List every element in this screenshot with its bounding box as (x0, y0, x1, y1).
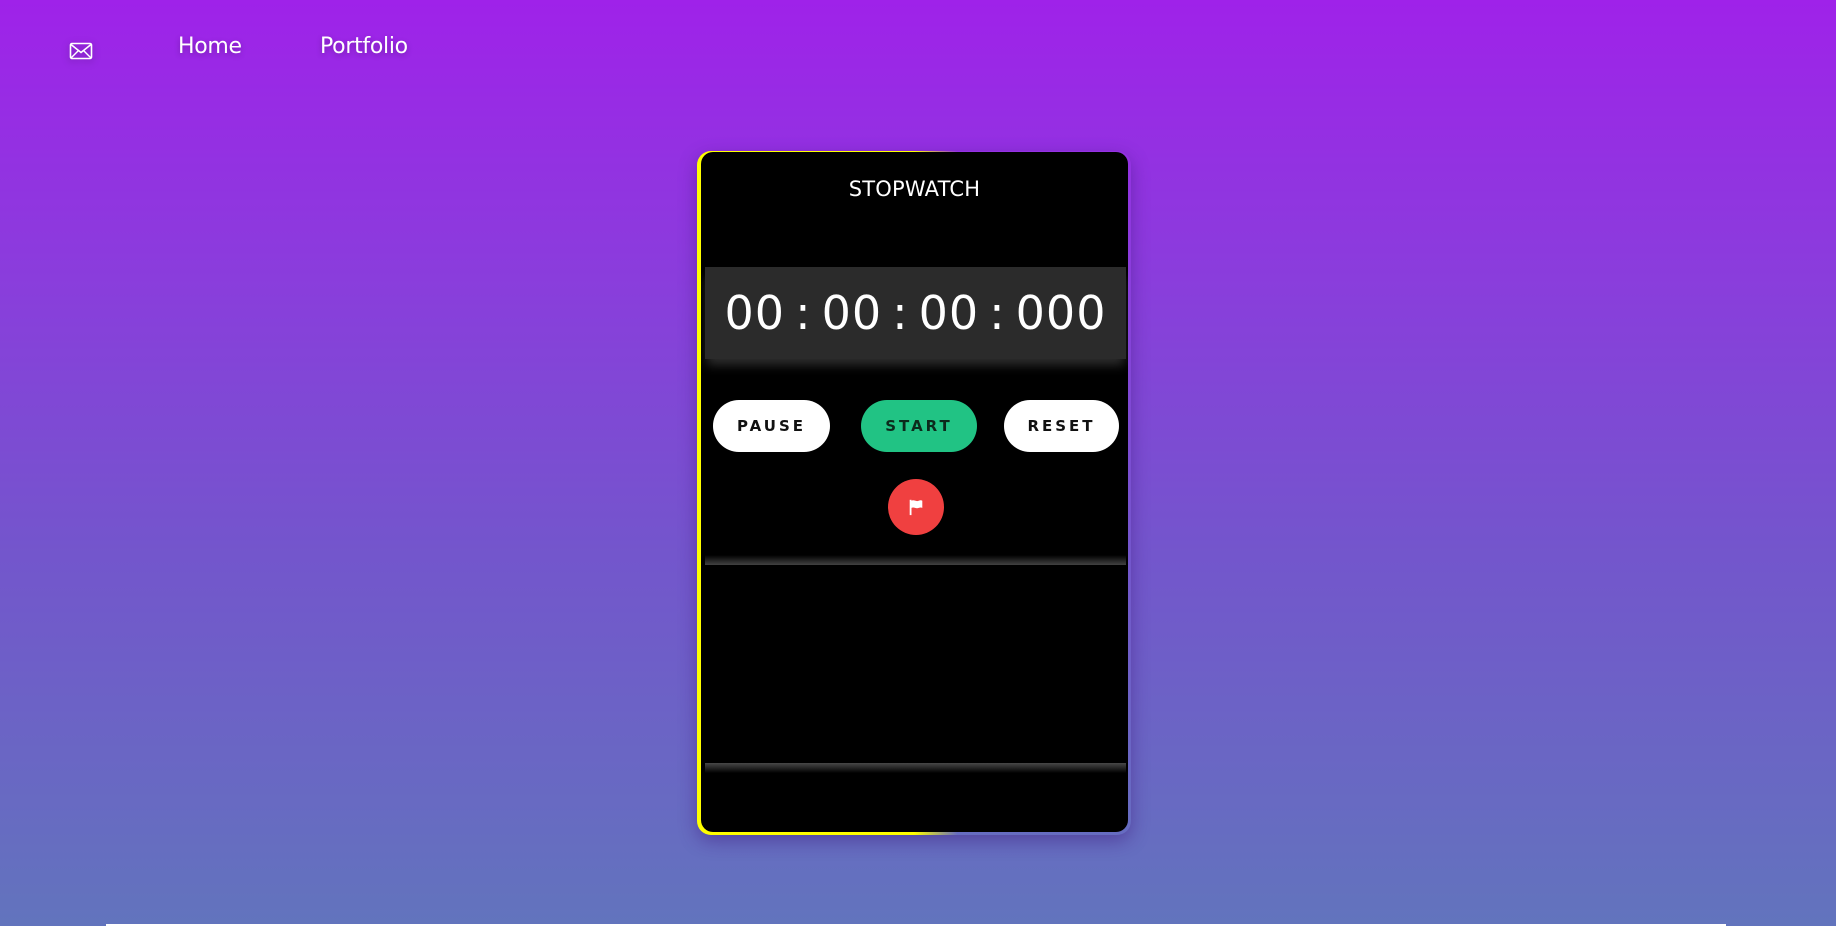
time-separator: : (989, 286, 1006, 340)
pause-button[interactable]: PAUSE (713, 400, 830, 452)
flag-icon (909, 499, 923, 516)
nav-portfolio-link[interactable]: Portfolio (320, 34, 408, 59)
laps-divider-bottom (705, 763, 1126, 773)
stopwatch-title: STOPWATCH (848, 177, 981, 201)
start-button[interactable]: START (861, 400, 977, 452)
stopwatch-card: STOPWATCH 00 : 00 : 00 : 000 PAUSE START… (701, 152, 1128, 832)
time-minutes: 00 (821, 286, 883, 340)
time-separator: : (795, 286, 812, 340)
lap-button[interactable] (888, 479, 944, 535)
time-seconds: 00 (918, 286, 980, 340)
envelope-icon[interactable] (69, 40, 93, 62)
time-display: 00 : 00 : 00 : 000 (705, 267, 1126, 359)
time-milliseconds: 000 (1015, 286, 1107, 340)
reset-button[interactable]: RESET (1004, 400, 1119, 452)
time-separator: : (892, 286, 909, 340)
time-hours: 00 (724, 286, 786, 340)
nav-home-link[interactable]: Home (178, 34, 242, 59)
laps-divider-top (705, 555, 1126, 565)
laps-list (705, 566, 1126, 762)
stopwatch-card-frame: STOPWATCH 00 : 00 : 00 : 000 PAUSE START… (697, 151, 1131, 835)
